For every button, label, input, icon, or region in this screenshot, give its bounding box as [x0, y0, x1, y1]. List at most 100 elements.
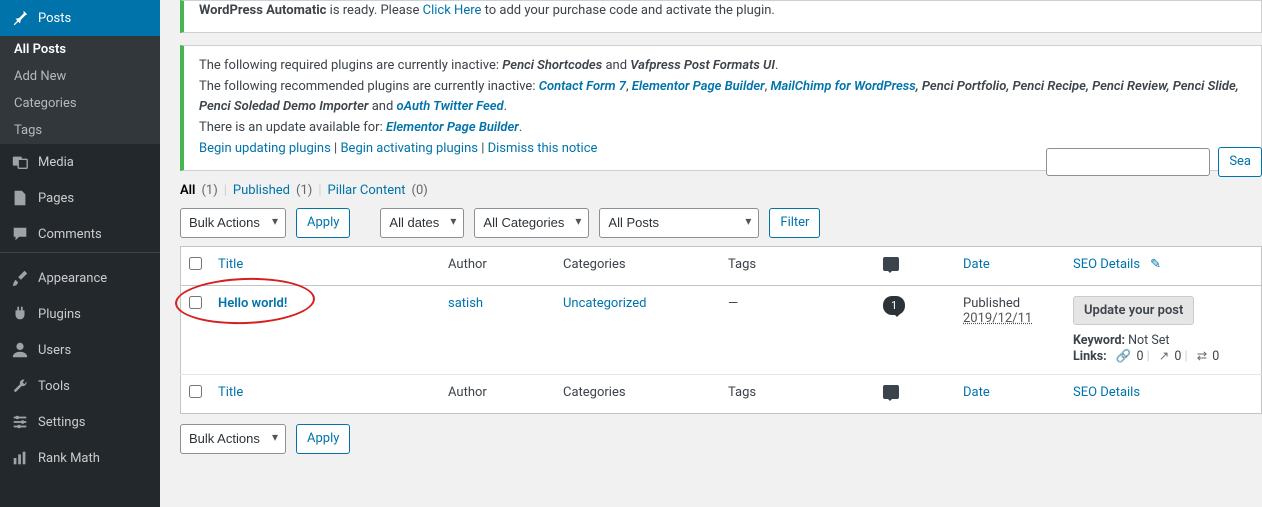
- sidebar-item-users[interactable]: Users: [0, 332, 160, 368]
- bulk-actions-select-bottom[interactable]: Bulk Actions: [180, 424, 286, 454]
- plugin-name: Vafpress Post Formats UI: [630, 58, 775, 73]
- col-categories-footer: Categories: [563, 385, 626, 400]
- status-filters: All (1) | Published (1) | Pillar Content…: [180, 183, 1262, 198]
- post-author-link[interactable]: satish: [448, 296, 483, 311]
- sidebar-item-tools[interactable]: Tools: [0, 368, 160, 404]
- update-post-button[interactable]: Update your post: [1073, 296, 1194, 325]
- sidebar-label: Posts: [38, 11, 71, 26]
- apply-button[interactable]: Apply: [296, 208, 350, 238]
- col-categories: Categories: [563, 257, 626, 272]
- col-author-footer: Author: [448, 385, 487, 400]
- sidebar-item-settings[interactable]: Settings: [0, 404, 160, 440]
- sidebar-item-appearance[interactable]: Appearance: [0, 260, 160, 296]
- notice-automatic: WordPress Automatic is ready. Please Cli…: [180, 0, 1262, 33]
- pencil-icon[interactable]: ✎: [1150, 257, 1161, 272]
- plugin-link[interactable]: MailChimp for WordPress: [770, 79, 915, 94]
- row-checkbox[interactable]: [189, 296, 202, 309]
- select-all-checkbox[interactable]: [189, 257, 202, 270]
- col-author: Author: [448, 257, 487, 272]
- user-icon: [10, 340, 30, 360]
- sidebar-item-posts[interactable]: Posts: [0, 0, 160, 36]
- date-status: Published: [963, 296, 1020, 311]
- submenu-add-new[interactable]: Add New: [0, 63, 160, 90]
- dates-select[interactable]: All dates: [380, 208, 464, 238]
- col-title[interactable]: Title: [218, 257, 243, 272]
- tablenav-top: Bulk Actions Apply All dates All Categor…: [180, 208, 1262, 238]
- col-tags: Tags: [728, 257, 756, 272]
- posts-submenu: All Posts Add New Categories Tags: [0, 36, 160, 144]
- post-title-link[interactable]: Hello world!: [218, 296, 287, 311]
- pin-icon: [10, 8, 30, 28]
- sidebar-item-comments[interactable]: Comments: [0, 216, 160, 252]
- sidebar-label: Users: [38, 343, 71, 358]
- comments-count-badge[interactable]: 1: [883, 296, 905, 315]
- dismiss-notice-link[interactable]: Dismiss this notice: [488, 141, 598, 156]
- submenu-tags[interactable]: Tags: [0, 117, 160, 144]
- sliders-icon: [10, 412, 30, 432]
- wrench-icon: [10, 376, 30, 396]
- plugin-link[interactable]: Elementor Page Builder: [386, 120, 519, 135]
- sidebar-label: Settings: [38, 415, 85, 430]
- sidebar-item-media[interactable]: Media: [0, 144, 160, 180]
- begin-updating-link[interactable]: Begin updating plugins: [199, 141, 331, 156]
- link-icon: 🔗: [1116, 349, 1132, 364]
- sidebar-item-plugins[interactable]: Plugins: [0, 296, 160, 332]
- apply-button-bottom[interactable]: Apply: [296, 424, 350, 454]
- page-icon: [10, 188, 30, 208]
- sidebar-label: Media: [38, 155, 74, 170]
- bulk-actions-select[interactable]: Bulk Actions: [180, 208, 286, 238]
- begin-activating-link[interactable]: Begin activating plugins: [340, 141, 478, 156]
- filter-button[interactable]: Filter: [769, 208, 820, 238]
- comment-icon: [10, 224, 30, 244]
- search-button[interactable]: Sea: [1218, 147, 1262, 177]
- posts-table: Title Author Categories Tags Date SEO De…: [180, 246, 1262, 414]
- col-date-footer[interactable]: Date: [963, 385, 990, 400]
- col-date[interactable]: Date: [963, 257, 990, 272]
- shuffle-icon: ⇄: [1197, 349, 1207, 364]
- keyword-value: Not Set: [1125, 333, 1169, 348]
- submenu-all-posts[interactable]: All Posts: [0, 36, 160, 63]
- search-input[interactable]: [1046, 148, 1210, 176]
- col-title-footer[interactable]: Title: [218, 385, 243, 400]
- sidebar-item-rankmath[interactable]: Rank Math: [0, 440, 160, 476]
- tablenav-bottom: Bulk Actions Apply: [180, 424, 1262, 454]
- chart-icon: [10, 448, 30, 468]
- col-seo[interactable]: SEO Details: [1073, 257, 1140, 272]
- sidebar-label: Plugins: [38, 307, 81, 322]
- categories-select[interactable]: All Categories: [474, 208, 589, 238]
- sidebar-label: Pages: [38, 191, 74, 206]
- plugin-link[interactable]: Contact Form 7: [539, 79, 626, 94]
- brush-icon: [10, 268, 30, 288]
- sidebar-item-pages[interactable]: Pages: [0, 180, 160, 216]
- plugin-name: Penci Shortcodes: [502, 58, 602, 73]
- plug-icon: [10, 304, 30, 324]
- links-label: Links:: [1073, 349, 1107, 364]
- submenu-categories[interactable]: Categories: [0, 90, 160, 117]
- external-link-icon: ↗: [1159, 349, 1169, 364]
- col-seo-footer[interactable]: SEO Details: [1073, 385, 1140, 400]
- filter-all[interactable]: All: [180, 183, 195, 198]
- post-category-link[interactable]: Uncategorized: [563, 296, 646, 311]
- comments-column-icon[interactable]: [883, 257, 899, 271]
- filter-published[interactable]: Published: [233, 183, 290, 198]
- notice-bold: WordPress Automatic: [199, 3, 326, 18]
- media-icon: [10, 152, 30, 172]
- main-content: WordPress Automatic is ready. Please Cli…: [160, 0, 1262, 507]
- search-group: Sea: [1046, 147, 1262, 177]
- comments-column-icon-footer[interactable]: [883, 385, 899, 399]
- allposts-select[interactable]: All Posts: [599, 208, 759, 238]
- plugin-link[interactable]: Elementor Page Builder: [632, 79, 765, 94]
- keyword-label: Keyword:: [1073, 333, 1125, 348]
- post-tags: —: [728, 296, 738, 311]
- filter-pillar[interactable]: Pillar Content: [328, 183, 406, 198]
- sidebar-label: Tools: [38, 379, 70, 394]
- admin-sidebar: Posts All Posts Add New Categories Tags …: [0, 0, 160, 507]
- sidebar-label: Rank Math: [38, 451, 100, 466]
- click-here-link[interactable]: Click Here: [423, 3, 482, 18]
- col-tags-footer: Tags: [728, 385, 756, 400]
- sidebar-label: Appearance: [38, 271, 107, 286]
- date-value: 2019/12/11: [963, 311, 1032, 326]
- select-all-checkbox-footer[interactable]: [189, 385, 202, 398]
- plugin-link[interactable]: oAuth Twitter Feed: [397, 99, 504, 114]
- sidebar-label: Comments: [38, 227, 102, 242]
